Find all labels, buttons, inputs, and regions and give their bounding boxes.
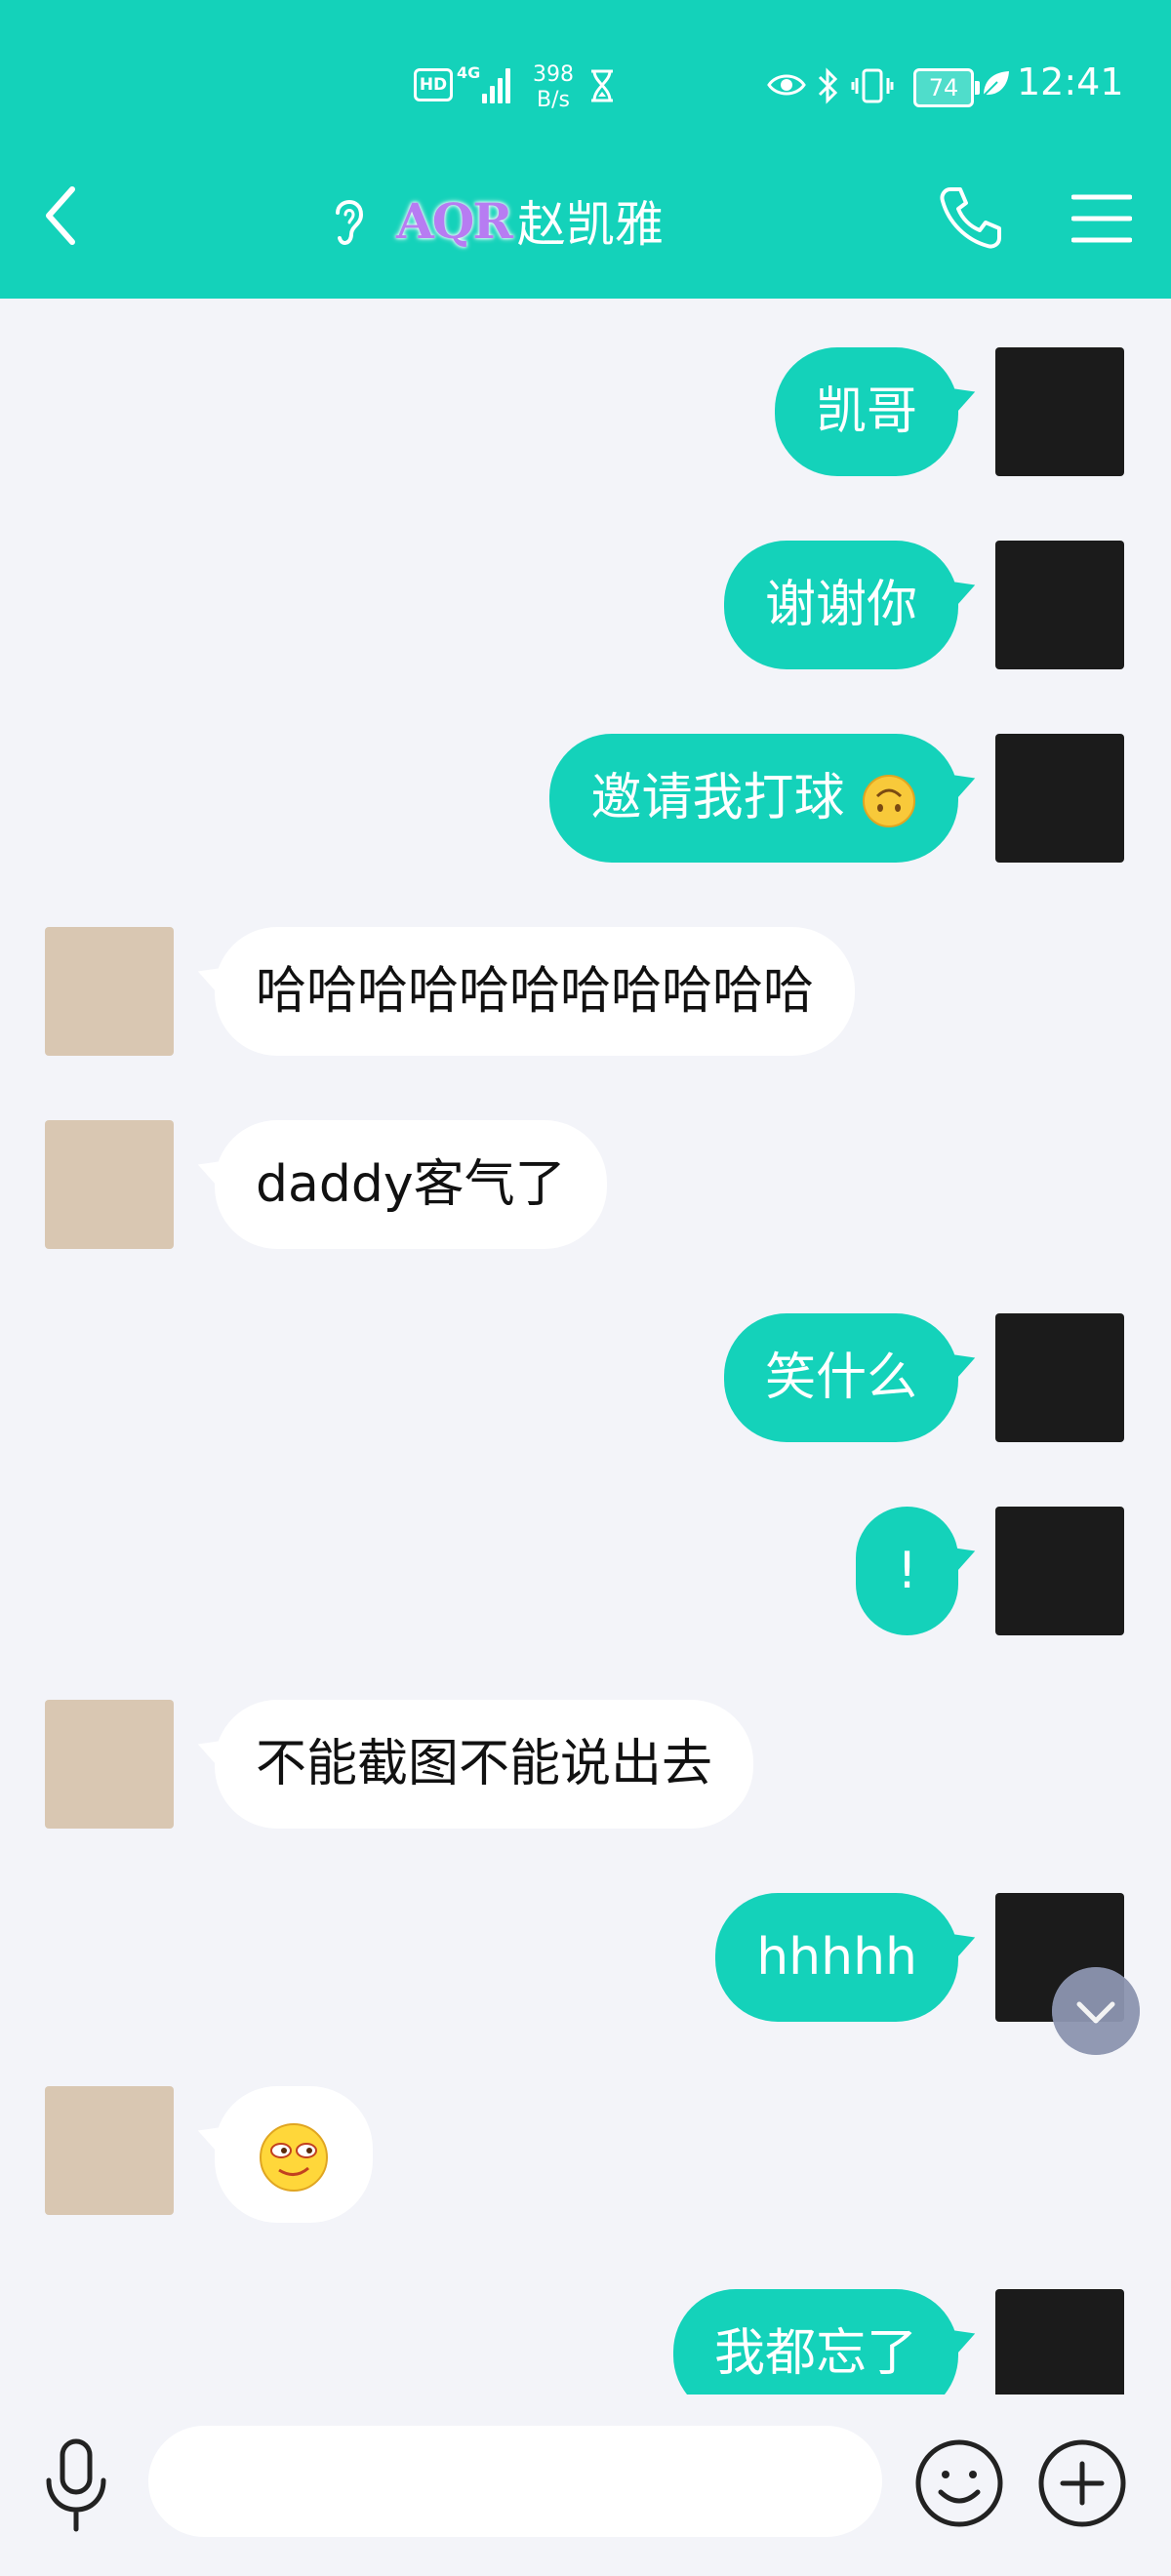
my-avatar[interactable] xyxy=(995,1507,1124,1635)
message-bubble[interactable] xyxy=(215,2086,373,2223)
microphone-icon[interactable] xyxy=(41,2437,111,2535)
contact-avatar[interactable] xyxy=(45,1700,174,1829)
hd-indicator: HD xyxy=(414,68,453,101)
signal-icon xyxy=(482,66,513,103)
message-input[interactable] xyxy=(148,2426,882,2537)
message-row: 凯哥 xyxy=(0,347,1171,476)
message-row: daddy客气了 xyxy=(0,1120,1171,1249)
eye-icon xyxy=(767,74,806,96)
chat-title[interactable]: AQR 赵凯雅 xyxy=(328,183,664,258)
message-row: hhhhh xyxy=(0,1893,1171,2022)
message-bubble[interactable]: 我都忘了 xyxy=(672,2289,958,2395)
message-bubble[interactable]: 凯哥 xyxy=(774,347,958,476)
contact-name: 赵凯雅 xyxy=(516,196,664,253)
clock: 12:41 xyxy=(1017,60,1124,103)
message-bubble[interactable]: 笑什么 xyxy=(723,1313,958,1442)
scroll-to-bottom-button[interactable] xyxy=(1052,1967,1140,2055)
message-bubble[interactable]: 不能截图不能说出去 xyxy=(215,1700,754,1829)
title-bar: HD 4G 398 B/s 74 12:41 AQR 赵凯雅 xyxy=(0,0,1171,299)
input-bar xyxy=(0,2395,1171,2576)
message-row: 邀请我打球 xyxy=(0,734,1171,863)
my-avatar[interactable] xyxy=(995,541,1124,669)
network-type: 4G xyxy=(457,63,481,82)
message-bubble[interactable]: 邀请我打球 xyxy=(549,734,958,863)
phone-icon[interactable] xyxy=(937,183,1005,252)
upside-down-face-icon xyxy=(863,775,915,827)
smirk-face-icon xyxy=(260,2123,328,2192)
message-bubble[interactable]: 哈哈哈哈哈哈哈哈哈哈哈 xyxy=(215,927,856,1056)
net-speed: 398 B/s xyxy=(533,62,574,112)
emoji-icon[interactable] xyxy=(913,2437,1005,2529)
back-arrow-icon[interactable] xyxy=(41,181,80,250)
my-avatar[interactable] xyxy=(995,734,1124,863)
message-row: 我都忘了 xyxy=(0,2289,1171,2395)
message-row: 哈哈哈哈哈哈哈哈哈哈哈 xyxy=(0,927,1171,1056)
leaf-icon xyxy=(983,71,1009,97)
message-bubble[interactable]: ! xyxy=(856,1507,958,1635)
message-row: 谢谢你 xyxy=(0,541,1171,669)
menu-icon[interactable] xyxy=(1071,191,1132,246)
message-row: ! xyxy=(0,1507,1171,1635)
bluetooth-icon xyxy=(818,67,838,104)
vibrate-icon xyxy=(851,68,894,103)
contact-avatar[interactable] xyxy=(45,2086,174,2215)
message-row: 笑什么 xyxy=(0,1313,1171,1442)
my-avatar[interactable] xyxy=(995,2289,1124,2395)
ear-icon[interactable] xyxy=(328,191,371,250)
message-bubble[interactable]: daddy客气了 xyxy=(215,1120,607,1249)
my-avatar[interactable] xyxy=(995,347,1124,476)
battery-indicator: 74 xyxy=(913,68,980,107)
message-row: 不能截图不能说出去 xyxy=(0,1700,1171,1829)
contact-avatar[interactable] xyxy=(45,1120,174,1249)
my-avatar[interactable] xyxy=(995,1313,1124,1442)
title-badge: AQR xyxy=(396,191,513,250)
message-bubble[interactable]: 谢谢你 xyxy=(723,541,958,669)
contact-avatar[interactable] xyxy=(45,927,174,1056)
message-row xyxy=(0,2086,1171,2223)
plus-icon[interactable] xyxy=(1036,2437,1128,2529)
hourglass-icon xyxy=(591,69,613,102)
message-bubble[interactable]: hhhhh xyxy=(715,1893,958,2022)
message-list[interactable]: 凯哥 谢谢你 邀请我打球 哈哈哈哈哈哈哈哈哈哈哈 daddy客气了 笑什么 ! xyxy=(0,299,1171,2395)
